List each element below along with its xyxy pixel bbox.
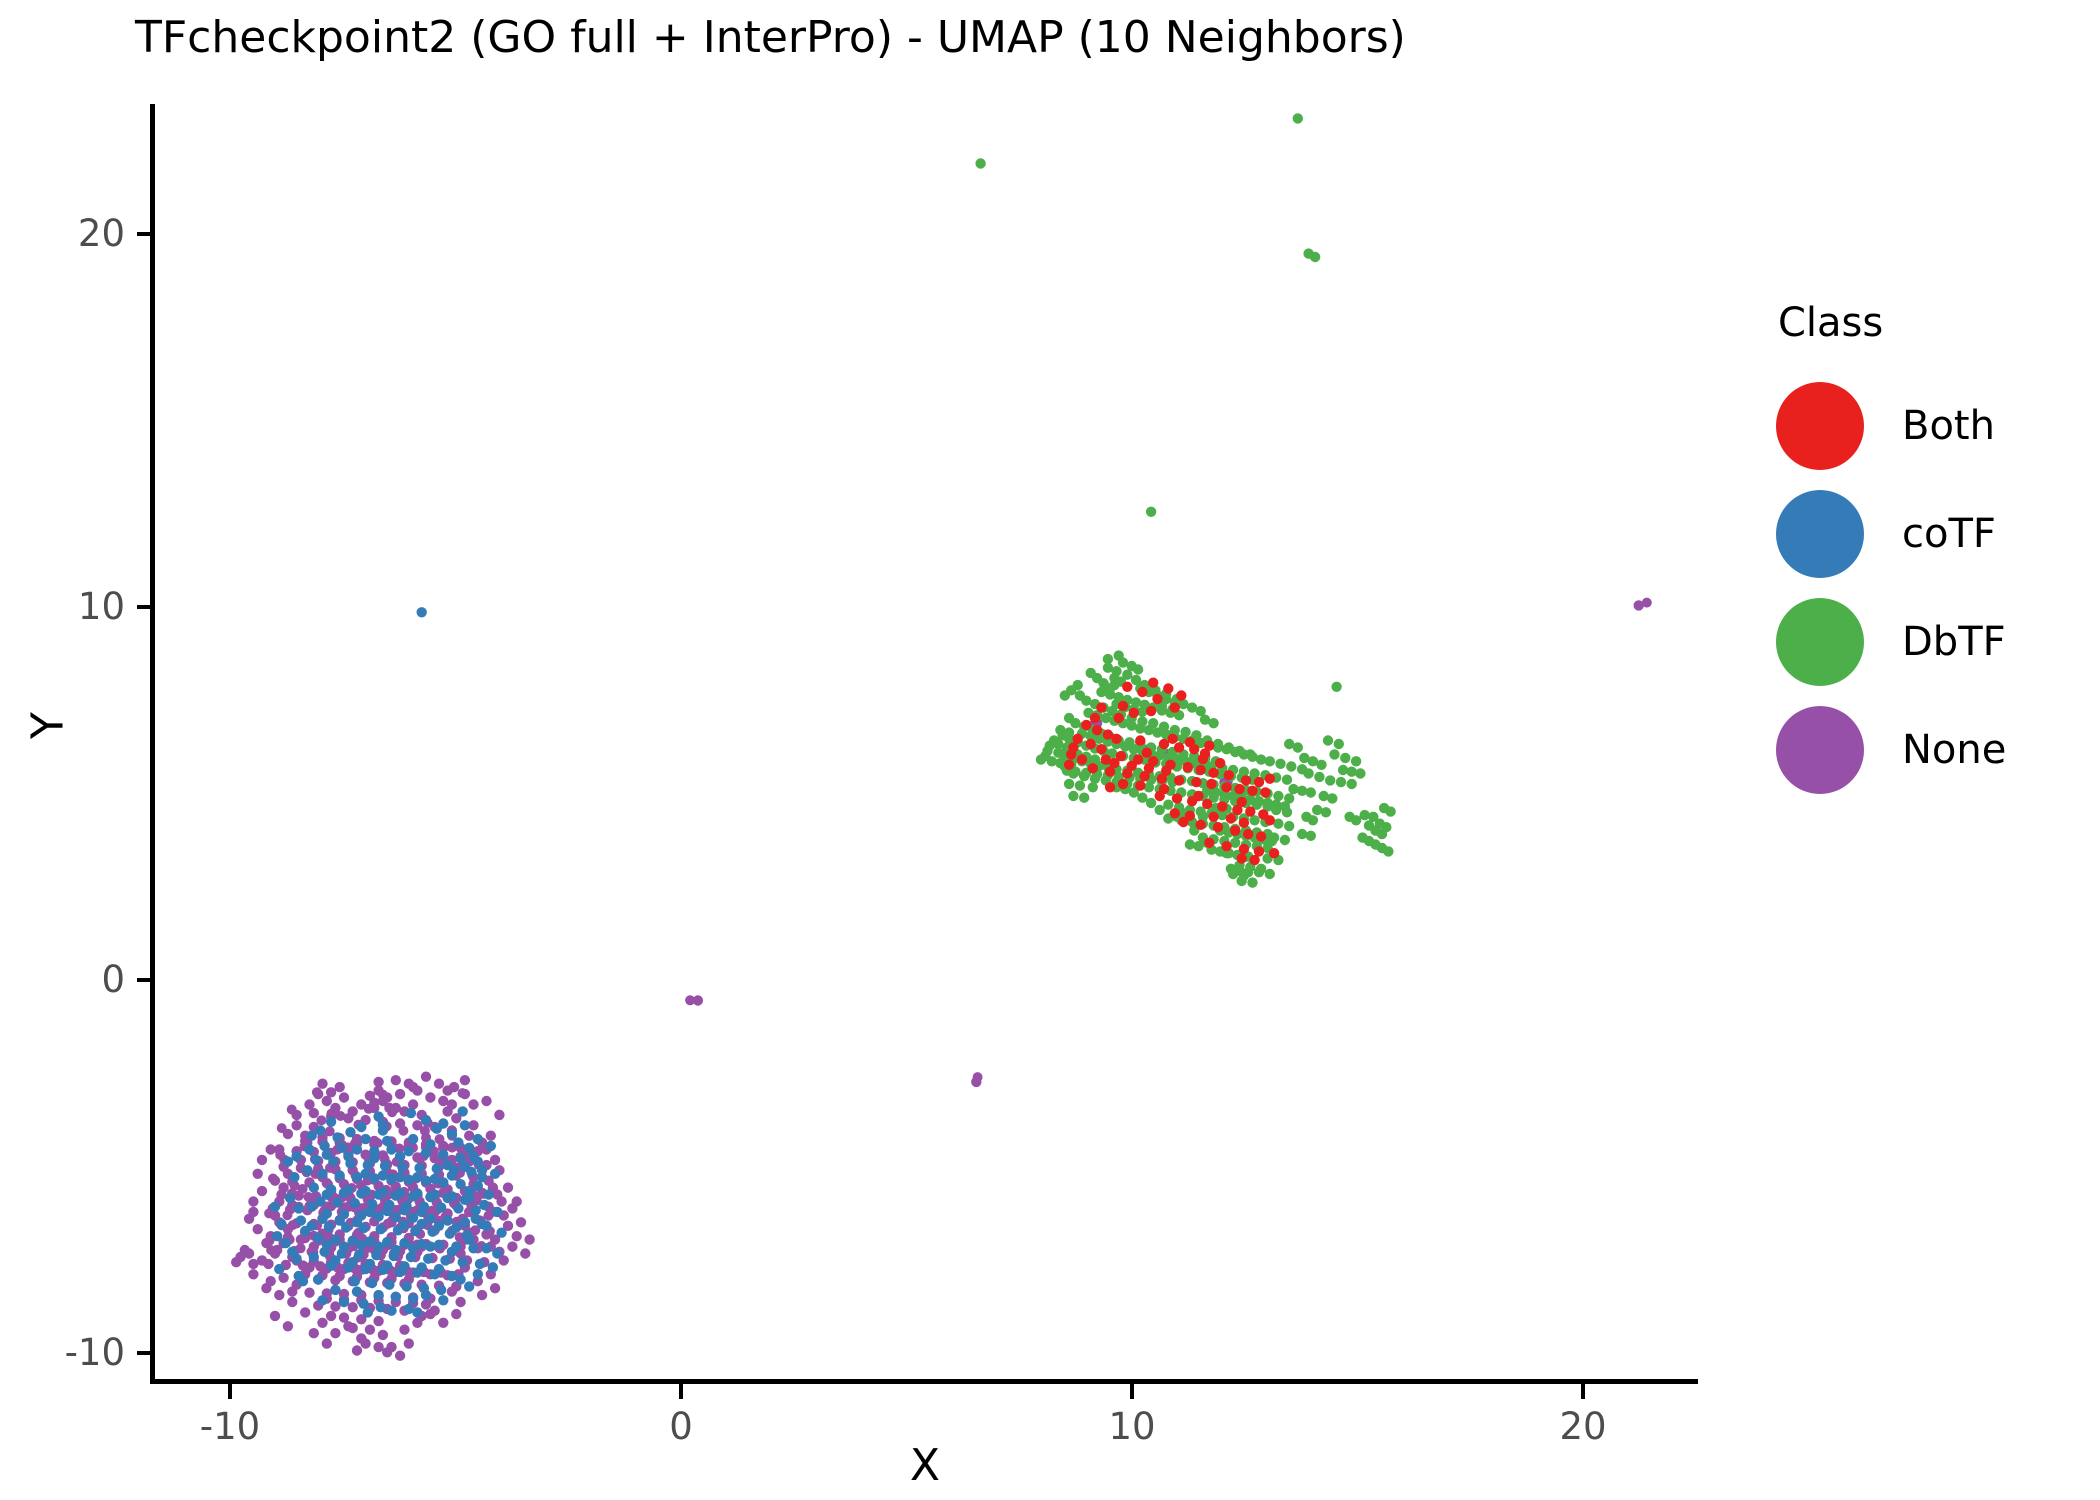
plot-panel (152, 108, 1697, 1380)
legend-swatch-cotf (1776, 490, 1864, 578)
y-axis-label: Y (22, 712, 74, 739)
y-ticklabel-10: 10 (77, 585, 125, 628)
legend-item-cotf[interactable]: coTF (1770, 480, 2090, 588)
legend-item-dbtf[interactable]: DbTF (1770, 588, 2090, 696)
x-ticklabel-0: 0 (669, 1405, 693, 1448)
x-ticklabel-10: 10 (1108, 1405, 1156, 1448)
x-tick-0 (679, 1384, 683, 1399)
series-none (231, 597, 1652, 1361)
x-tick-10 (1130, 1384, 1134, 1399)
y-tick--10 (137, 1351, 152, 1355)
legend-title: Class (1778, 300, 1884, 346)
x-axis-label: X (909, 1440, 941, 1491)
legend-item-none[interactable]: None (1770, 696, 2090, 804)
y-tick-10 (137, 605, 152, 609)
legend-swatch-both (1776, 382, 1864, 470)
y-tick-20 (137, 232, 152, 236)
x-axis-spine (150, 1379, 1698, 1384)
x-tick--10 (228, 1384, 232, 1399)
x-ticklabel-20: 20 (1559, 1405, 1607, 1448)
legend-label-dbtf: DbTF (1902, 619, 2006, 665)
y-ticklabel--10: -10 (64, 1331, 125, 1374)
legend-swatch-none (1776, 706, 1864, 794)
legend-label-none: None (1902, 727, 2007, 773)
page-title: TFcheckpoint2 (GO full + InterPro) - UMA… (135, 12, 1406, 63)
legend-item-both[interactable]: Both (1770, 372, 2090, 480)
legend: Class Both coTF DbTF None (1770, 300, 2090, 804)
y-ticklabel-20: 20 (77, 212, 125, 255)
legend-swatch-dbtf (1776, 598, 1864, 686)
y-ticklabel-0: 0 (101, 958, 125, 1001)
y-tick-0 (137, 978, 152, 982)
x-tick-20 (1581, 1384, 1585, 1399)
scatter-points-layer (231, 113, 1652, 1361)
x-ticklabel--10: -10 (199, 1405, 261, 1448)
y-axis-spine (150, 104, 155, 1384)
plot-area (152, 108, 1697, 1380)
legend-label-cotf: coTF (1902, 511, 1996, 557)
legend-label-both: Both (1902, 403, 1995, 449)
umap-scatter-figure: TFcheckpoint2 (GO full + InterPro) - UMA… (0, 0, 2100, 1500)
